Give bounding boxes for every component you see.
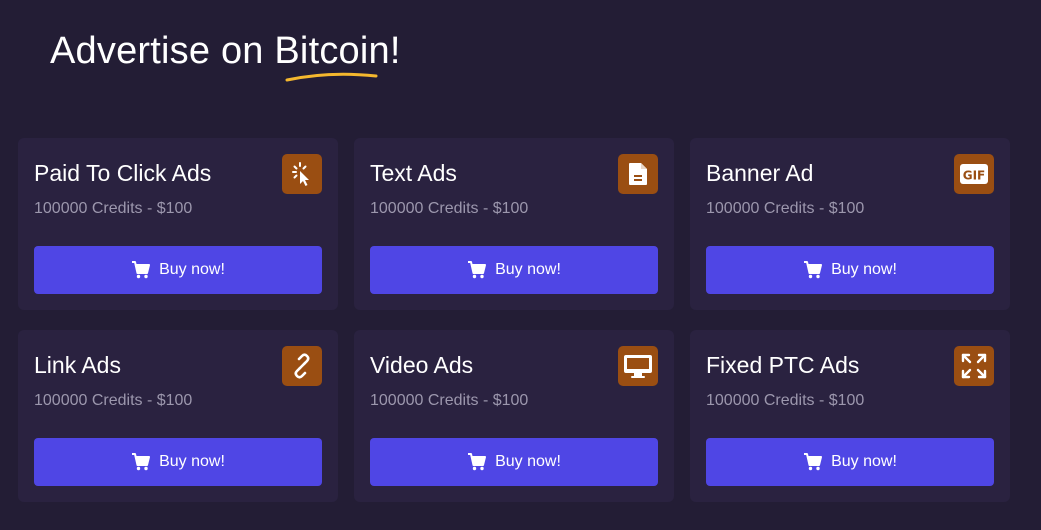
title-underline-decoration	[285, 72, 378, 82]
cart-icon	[804, 261, 823, 279]
document-icon	[618, 154, 658, 194]
ad-card-paid-to-click: Paid To Click Ads 100000 Credits - $100	[18, 138, 338, 310]
card-title: Text Ads	[370, 160, 457, 186]
cart-icon	[468, 261, 487, 279]
cart-icon	[468, 453, 487, 471]
title-prefix: Advertise on	[50, 30, 275, 72]
cart-icon	[132, 261, 151, 279]
buy-now-button[interactable]: Buy now!	[370, 438, 658, 486]
buy-now-button[interactable]: Buy now!	[370, 246, 658, 294]
card-price: 100000 Credits - $100	[34, 392, 193, 409]
monitor-icon	[618, 346, 658, 386]
buy-now-label: Buy now!	[159, 453, 225, 470]
title-suffix: !	[389, 30, 401, 72]
buy-now-label: Buy now!	[831, 261, 897, 278]
card-price: 100000 Credits - $100	[706, 200, 865, 217]
ad-options-grid: Paid To Click Ads 100000 Credits - $100	[18, 138, 1010, 502]
page-title: Advertise on Bitcoin!	[50, 30, 401, 82]
page: Advertise on Bitcoin! Paid To Click Ads	[0, 0, 1041, 530]
expand-icon	[954, 346, 994, 386]
card-price: 100000 Credits - $100	[34, 200, 193, 217]
ad-card-text: Text Ads 100000 Credits - $100 Buy now!	[354, 138, 674, 310]
card-title: Paid To Click Ads	[34, 160, 212, 186]
gif-icon: GIF	[954, 154, 994, 194]
cart-icon	[804, 453, 823, 471]
buy-now-button[interactable]: Buy now!	[706, 438, 994, 486]
cart-icon	[132, 453, 151, 471]
buy-now-label: Buy now!	[495, 453, 561, 470]
buy-now-label: Buy now!	[495, 261, 561, 278]
card-price: 100000 Credits - $100	[706, 392, 865, 409]
buy-now-button[interactable]: Buy now!	[706, 246, 994, 294]
ad-card-link: Link Ads 100000 Credits - $100 Buy now!	[18, 330, 338, 502]
card-title: Banner Ad	[706, 160, 814, 186]
link-icon	[282, 346, 322, 386]
card-title: Link Ads	[34, 352, 121, 378]
buy-now-button[interactable]: Buy now!	[34, 438, 322, 486]
ad-card-video: Video Ads 100000 Credits - $100 Buy now!	[354, 330, 674, 502]
title-highlight: Bitcoin	[274, 30, 390, 82]
buy-now-label: Buy now!	[831, 453, 897, 470]
ad-card-fixed-ptc: Fixed PTC Ads 100000 Credits - $100 Buy …	[690, 330, 1010, 502]
card-title: Video Ads	[370, 352, 474, 378]
card-price: 100000 Credits - $100	[370, 392, 529, 409]
buy-now-button[interactable]: Buy now!	[34, 246, 322, 294]
card-title: Fixed PTC Ads	[706, 352, 860, 378]
buy-now-label: Buy now!	[159, 261, 225, 278]
cursor-click-icon	[282, 154, 322, 194]
svg-text:GIF: GIF	[963, 169, 986, 183]
card-price: 100000 Credits - $100	[370, 200, 529, 217]
ad-card-banner: Banner Ad GIF 100000 Credits - $100 Buy …	[690, 138, 1010, 310]
